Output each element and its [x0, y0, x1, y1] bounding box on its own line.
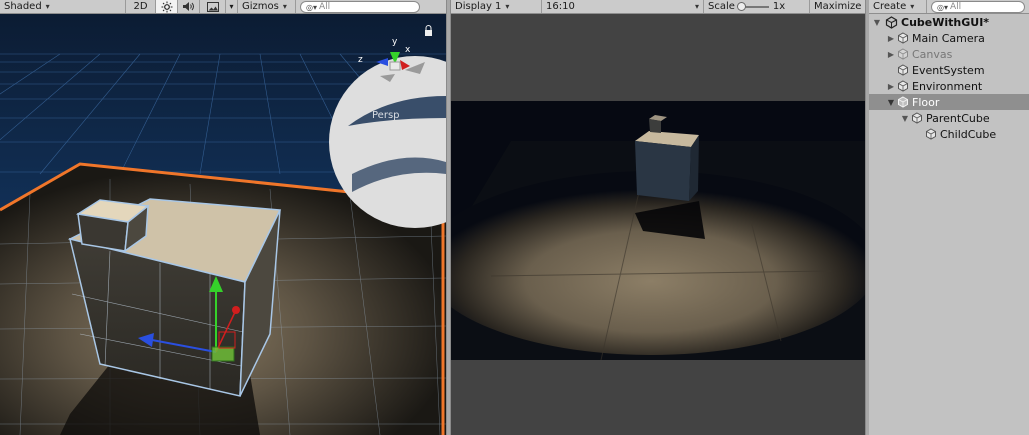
hierarchy-item[interactable]: ▶ Main Camera [869, 30, 1029, 46]
hierarchy-search-input[interactable]: ◎▾ All [931, 1, 1025, 13]
hierarchy-item[interactable]: ▶ Canvas [869, 46, 1029, 62]
sun-icon [161, 1, 172, 12]
scene-search-input[interactable]: ◎▾ All [300, 1, 420, 13]
hierarchy-panel: ▼ CubeWithGUI* ▶ Main Camera ▶ Canvas EventS… [869, 14, 1029, 435]
aspect-value: 16:10 [546, 1, 575, 12]
hierarchy-toolbar: Create ◎▾ All [869, 0, 1029, 14]
hierarchy-item-label: ChildCube [940, 127, 997, 141]
effects-chevron-down-icon[interactable]: ▾ [226, 0, 238, 13]
image-effects-icon [206, 1, 219, 12]
hierarchy-item[interactable]: EventSystem [869, 62, 1029, 78]
hierarchy-item-label: EventSystem [912, 63, 985, 77]
create-dropdown[interactable]: Create [869, 0, 927, 13]
hierarchy-item-label: ParentCube [926, 111, 990, 125]
hierarchy-item-label: Canvas [912, 47, 953, 61]
scene-view[interactable]: y z x Persp [0, 14, 446, 435]
hierarchy-root-row[interactable]: ▼ CubeWithGUI* [869, 14, 1029, 30]
gizmos-dropdown[interactable]: Gizmos [238, 0, 296, 13]
scale-slider[interactable] [736, 1, 769, 11]
collapsed-arrow-icon[interactable]: ▶ [886, 82, 896, 91]
scale-control[interactable]: Scale 1x [704, 0, 810, 13]
scale-label: Scale [708, 1, 735, 12]
scene-viewport[interactable]: y z x Persp [0, 14, 446, 435]
audio-toggle[interactable] [178, 0, 200, 13]
gameobject-cube-icon [912, 112, 922, 124]
hierarchy-item[interactable]: ▼ ParentCube [869, 110, 1029, 126]
gameobject-cube-icon [898, 32, 908, 44]
hierarchy-list: ▶ Main Camera ▶ Canvas EventSystem ▶ Environme… [869, 30, 1029, 142]
x-axis-handle-icon [232, 306, 240, 314]
hierarchy-item-label: Main Camera [912, 31, 985, 45]
display-dropdown[interactable]: Display 1 [451, 0, 542, 13]
scene-toolbar: Shaded 2D ▾ Gizmos ◎▾ All [0, 0, 446, 14]
game-view[interactable] [451, 14, 865, 435]
2d-toggle[interactable]: 2D [126, 0, 156, 13]
hierarchy-item[interactable]: ChildCube [869, 126, 1029, 142]
effects-dropdown[interactable] [200, 0, 226, 13]
gizmo-z-label: z [358, 55, 363, 65]
search-icon: ◎▾ [937, 2, 948, 12]
gizmo-x-label: x [405, 45, 411, 55]
gameobject-cube-icon [898, 64, 908, 76]
xz-plane-handle-icon [211, 346, 235, 362]
scene-search-placeholder: All [319, 2, 331, 12]
persp-label: Persp [372, 110, 400, 121]
maximize-toggle[interactable]: Maximize [810, 0, 865, 13]
unity-scene-icon [885, 15, 898, 29]
game-render [451, 101, 865, 360]
hierarchy-item[interactable]: ▶ Environment [869, 78, 1029, 94]
hierarchy-item-label: Environment [912, 79, 983, 93]
gameobject-cube-icon [926, 128, 936, 140]
scale-value: 1x [772, 1, 786, 12]
spotlight-pool [451, 171, 865, 355]
lighting-toggle[interactable] [156, 0, 178, 13]
gizmo-y-label: y [392, 37, 398, 47]
hierarchy-item[interactable]: ▼ Floor [869, 94, 1029, 110]
scene-name: CubeWithGUI* [901, 15, 990, 29]
scale-slider-thumb[interactable] [736, 1, 746, 11]
game-toolbar: Display 1 16:10 Scale 1x Maximize [451, 0, 865, 14]
gameobject-cube-icon [898, 96, 908, 108]
collapsed-arrow-icon[interactable]: ▶ [886, 34, 896, 43]
gameobject-cube-icon [898, 80, 908, 92]
gameobject-cube-icon [898, 48, 908, 60]
hierarchy-search-placeholder: All [950, 2, 962, 12]
collapsed-arrow-icon[interactable]: ▶ [886, 50, 896, 59]
expanded-arrow-icon[interactable]: ▼ [900, 114, 910, 123]
game-parent-cube [635, 131, 699, 201]
expand-arrow-icon[interactable]: ▼ [872, 18, 882, 27]
search-icon: ◎▾ [306, 2, 317, 12]
aspect-dropdown[interactable]: 16:10 [542, 0, 704, 13]
speaker-icon [183, 2, 194, 11]
hierarchy-item-label: Floor [912, 95, 940, 109]
expanded-arrow-icon[interactable]: ▼ [886, 98, 896, 107]
shading-mode-dropdown[interactable]: Shaded [0, 0, 126, 13]
